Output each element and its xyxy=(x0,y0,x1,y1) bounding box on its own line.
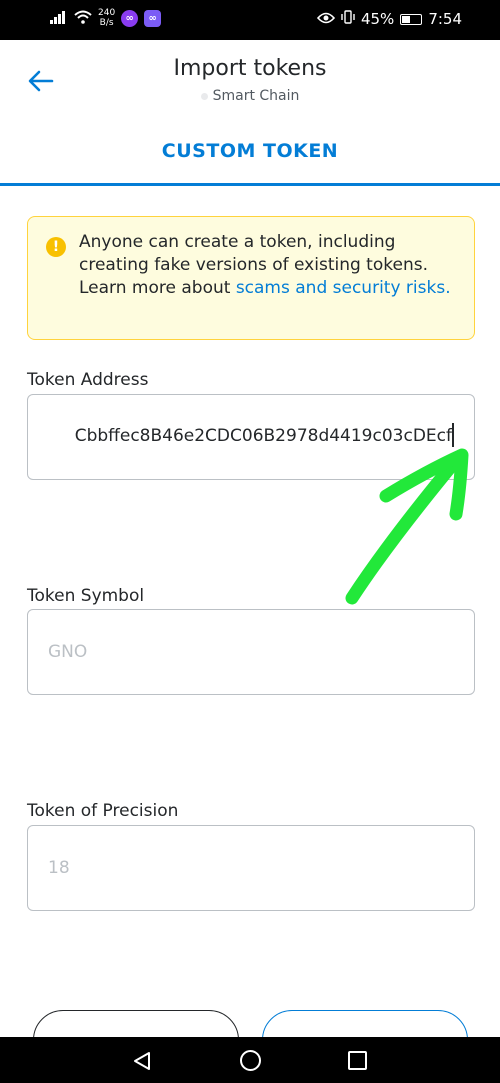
tab-custom-token[interactable]: CUSTOM TOKEN xyxy=(0,140,500,162)
scam-warning-banner: ! Anyone can create a token, including c… xyxy=(27,216,475,340)
tab-active-underline xyxy=(0,183,500,186)
warning-text: Anyone can create a token, including cre… xyxy=(79,231,459,300)
token-symbol-label: Token Symbol xyxy=(27,586,145,606)
nav-home-icon[interactable] xyxy=(240,1050,261,1071)
system-nav-bar xyxy=(0,1037,500,1083)
app-notification-icon: ∞ xyxy=(144,9,162,27)
vibrate-icon xyxy=(341,10,355,28)
status-bar: 240 B/s ∞ ∞ 45% 7:54 xyxy=(0,0,500,40)
status-bar-left: 240 B/s ∞ ∞ xyxy=(50,8,162,28)
nav-back-icon[interactable] xyxy=(132,1051,152,1071)
app-notification-icon: ∞ xyxy=(121,9,139,27)
battery-percent: 45% xyxy=(360,10,395,28)
signal-icon xyxy=(50,9,68,28)
battery-icon xyxy=(400,13,423,25)
net-speed-value: 240 xyxy=(98,8,116,18)
token-precision-field[interactable] xyxy=(27,825,475,911)
token-symbol-field[interactable] xyxy=(27,609,475,695)
page-title: Import tokens xyxy=(173,56,327,81)
net-speed: 240 B/s xyxy=(98,8,115,28)
token-precision-label: Token of Precision xyxy=(27,801,179,821)
network-dot-icon xyxy=(200,92,208,100)
exclamation-icon: ! xyxy=(46,237,66,257)
battery-level xyxy=(402,15,411,23)
network-indicator: Smart Chain xyxy=(0,88,500,104)
token-symbol-input[interactable] xyxy=(28,610,474,694)
eye-icon xyxy=(316,10,336,28)
scams-security-link[interactable]: scams and security risks. xyxy=(236,278,451,298)
wifi-icon xyxy=(74,9,92,28)
status-bar-right: 45% 7:54 xyxy=(316,10,462,28)
net-speed-unit: B/s xyxy=(99,18,114,28)
nav-recents-icon[interactable] xyxy=(348,1051,367,1070)
token-address-label: Token Address xyxy=(27,370,149,390)
annotation-arrow-icon xyxy=(345,448,469,605)
network-name: Smart Chain xyxy=(212,88,300,104)
clock: 7:54 xyxy=(428,10,462,28)
token-precision-input[interactable] xyxy=(28,826,474,910)
